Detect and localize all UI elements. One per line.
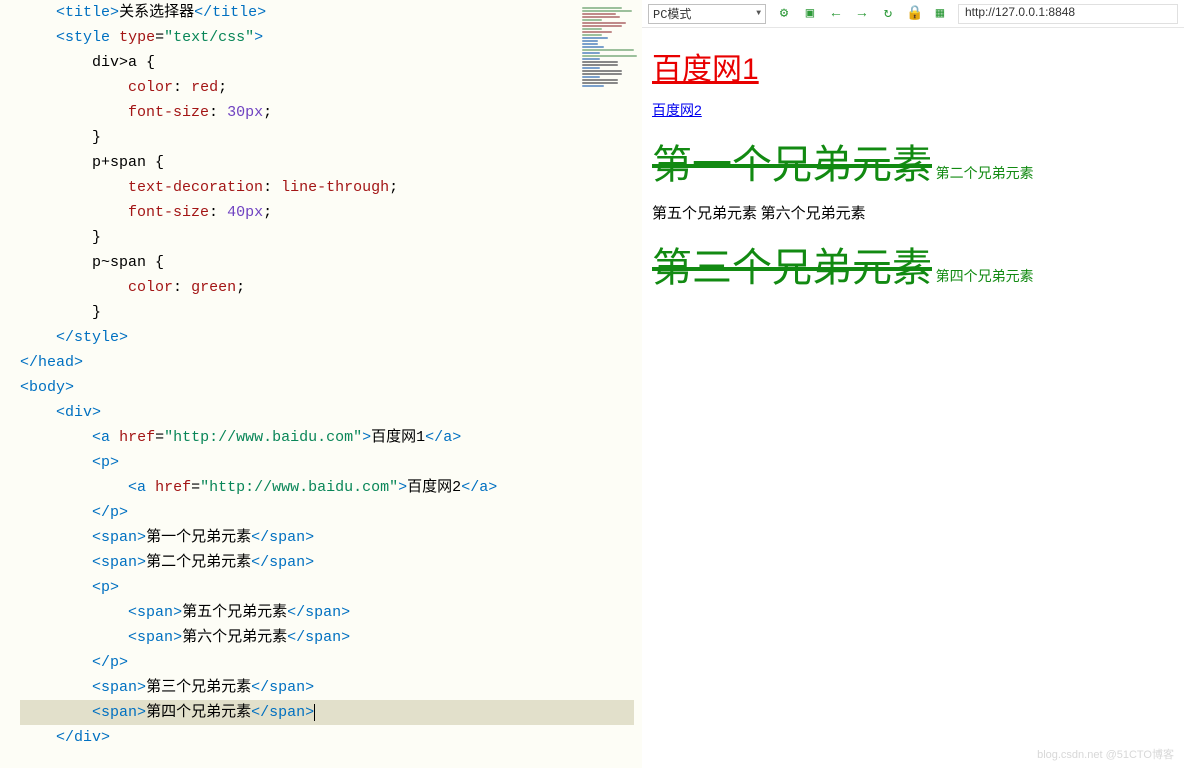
lock-icon[interactable]: 🔒: [906, 5, 922, 22]
back-icon[interactable]: ←: [828, 6, 844, 22]
preview-span-3: 第三个兄弟元素: [652, 246, 932, 290]
code-content[interactable]: <title>关系选择器</title> <style type="text/c…: [0, 0, 642, 750]
preview-span-4: 第四个兄弟元素: [936, 268, 1034, 284]
mode-select-label: PC模式: [653, 5, 691, 22]
preview-span-1: 第一个兄弟元素: [652, 143, 932, 187]
preview-span-2: 第二个兄弟元素: [936, 165, 1034, 181]
chevron-down-icon: ▼: [756, 9, 761, 18]
url-input[interactable]: http://127.0.0.1:8848: [958, 4, 1178, 24]
forward-icon[interactable]: →: [854, 6, 870, 22]
reload-icon[interactable]: ↻: [880, 5, 896, 22]
code-editor-pane[interactable]: <title>关系选择器</title> <style type="text/c…: [0, 0, 642, 768]
preview-content: 百度网1 百度网2 第一个兄弟元素 第二个兄弟元素 第五个兄弟元素 第六个兄弟元…: [642, 28, 1184, 768]
preview-span-5: 第五个兄弟元素: [652, 205, 757, 222]
watermark: blog.csdn.net @51CTO博客: [1037, 746, 1174, 762]
browser-preview-pane: PC模式 ▼ ⚙ ▣ ← → ↻ 🔒 ▦ http://127.0.0.1:88…: [642, 0, 1184, 768]
preview-link-2[interactable]: 百度网2: [652, 102, 702, 118]
preview-span-6: 第六个兄弟元素: [761, 205, 866, 222]
inspect-icon[interactable]: ▣: [802, 5, 818, 22]
qr-icon[interactable]: ▦: [932, 5, 948, 22]
settings-icon[interactable]: ⚙: [776, 5, 792, 22]
preview-link-1[interactable]: 百度网1: [652, 53, 759, 86]
mode-select[interactable]: PC模式 ▼: [648, 4, 766, 24]
preview-toolbar: PC模式 ▼ ⚙ ▣ ← → ↻ 🔒 ▦ http://127.0.0.1:88…: [642, 0, 1184, 28]
